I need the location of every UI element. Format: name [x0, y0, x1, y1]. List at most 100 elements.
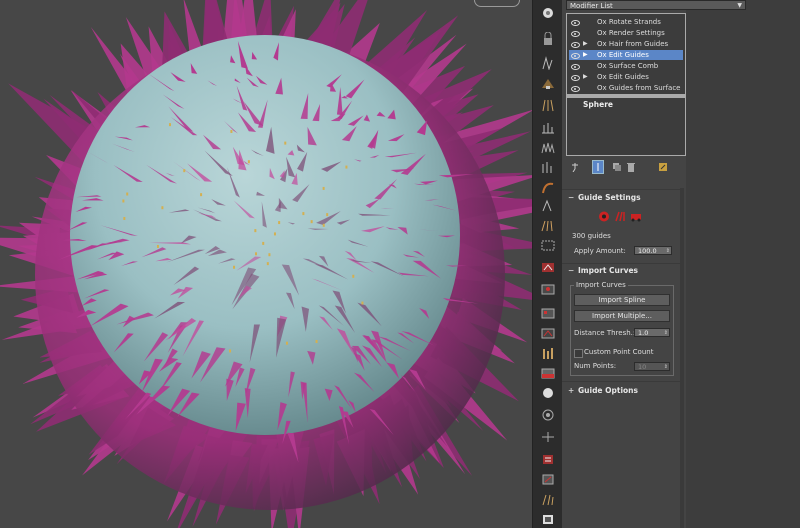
import-spline-button[interactable]: Import Spline [574, 294, 670, 306]
stack-item[interactable]: Ox Render Settings [569, 28, 683, 38]
render-icon[interactable] [539, 326, 557, 340]
expand-triangle-icon[interactable]: ▶ [583, 39, 588, 49]
gradient-icon[interactable] [539, 366, 557, 380]
distance-threshold-spinner[interactable]: 1.0 ⇕ [634, 328, 670, 337]
stack-item-label: Ox Rotate Strands [597, 18, 661, 26]
stack-item[interactable]: Ox Guides from Surface [569, 83, 683, 93]
make-unique-icon[interactable] [612, 162, 622, 172]
rollout-title: Guide Options [578, 386, 638, 395]
delete-icon[interactable] [626, 162, 636, 172]
eye-icon[interactable] [571, 31, 580, 37]
modifier-list-label: Modifier List [570, 2, 613, 10]
dynamics-icon[interactable] [539, 408, 557, 422]
brush-icon[interactable] [539, 76, 557, 90]
stack-item[interactable]: Ox Rotate Strands [569, 17, 683, 27]
stack-toolbar [566, 160, 686, 176]
spinner-arrows-icon[interactable]: ⇕ [664, 363, 668, 372]
mesh-icon[interactable] [539, 218, 557, 232]
eye-icon[interactable] [571, 20, 580, 26]
command-panel: Modifier List ▼ Ox Rotate Strands Ox Ren… [562, 0, 800, 528]
wind-icon[interactable] [539, 430, 557, 444]
spinner-arrows-icon[interactable]: ⇕ [664, 329, 668, 338]
expand-triangle-icon[interactable]: ▶ [583, 72, 588, 82]
rollout-divider [562, 381, 682, 382]
eye-icon[interactable] [571, 64, 580, 70]
eye-icon[interactable] [571, 53, 580, 59]
bend-icon[interactable] [539, 180, 557, 194]
modifier-list-dropdown[interactable]: Modifier List ▼ [566, 0, 746, 10]
frizz-icon[interactable] [539, 140, 557, 154]
bars-icon[interactable] [539, 346, 557, 360]
clump-icon[interactable] [539, 98, 557, 112]
guide-settings-rollout[interactable]: − Guide Settings [568, 193, 641, 202]
num-points-label: Num Points: [574, 362, 617, 370]
rollout-title: Guide Settings [578, 193, 641, 202]
sphere-icon[interactable] [539, 386, 557, 400]
minus-icon: − [568, 193, 575, 202]
select-icon[interactable] [539, 238, 557, 252]
modifier-stack: Ox Rotate Strands Ox Render Settings ▶ O… [566, 13, 686, 156]
distance-threshold-value: 1.0 [638, 329, 649, 337]
custom-point-count-label: Custom Point Count [584, 348, 654, 356]
cache-icon[interactable] [539, 452, 557, 466]
stack-item-label: Ox Guides from Surface [597, 84, 681, 92]
chevron-down-icon: ▼ [737, 2, 742, 9]
import-curves-group-title: Import Curves [574, 281, 628, 289]
guides-icon[interactable] [614, 211, 626, 222]
curl-icon[interactable] [539, 160, 557, 174]
stack-item[interactable]: ▶ Ox Edit Guides [569, 72, 683, 82]
show-end-result-icon[interactable] [592, 160, 604, 174]
guide-options-rollout[interactable]: + Guide Options [568, 386, 638, 395]
hair-tool-icon[interactable] [539, 56, 557, 71]
eye-icon[interactable] [571, 42, 580, 48]
base-object-label[interactable]: Sphere [583, 100, 613, 109]
custom-point-count-checkbox[interactable] [574, 349, 583, 358]
stack-item[interactable]: Ox Surface Comb [569, 61, 683, 71]
stack-item-label: Ox Surface Comb [597, 62, 659, 70]
stack-item-label: Ox Render Settings [597, 29, 665, 37]
import-multiple-button[interactable]: Import Multiple... [574, 310, 670, 322]
apply-amount-value: 100.0 [638, 247, 657, 255]
num-points-value: 10 [638, 363, 647, 371]
stack-item-label: Ox Edit Guides [597, 51, 649, 59]
eye-icon[interactable] [571, 75, 580, 81]
distance-threshold-label: Distance Thresh.: [574, 329, 636, 337]
lock-icon[interactable] [539, 31, 557, 46]
guide-count-text: 300 guides [572, 232, 611, 240]
panel-scrollbar[interactable] [680, 188, 684, 528]
configure-icon[interactable] [658, 162, 668, 172]
sun-icon[interactable] [539, 6, 557, 20]
viewport[interactable] [0, 0, 532, 528]
apply-amount-label: Apply Amount: [574, 247, 626, 255]
settings-icon[interactable] [539, 512, 557, 526]
import-curves-rollout[interactable]: − Import Curves [568, 266, 638, 275]
rollout-title: Import Curves [578, 266, 639, 275]
expand-triangle-icon[interactable]: ▶ [583, 50, 588, 60]
map-icon[interactable] [539, 282, 557, 296]
num-points-spinner[interactable]: 10 ⇕ [634, 362, 670, 371]
eye-icon[interactable] [571, 86, 580, 92]
texture-icon[interactable] [539, 306, 557, 320]
strands-icon[interactable] [539, 492, 557, 506]
hair-sphere-render [0, 0, 532, 528]
plus-icon: + [568, 386, 575, 395]
export-icon[interactable] [539, 472, 557, 486]
panel-right-area [686, 0, 800, 528]
car-icon[interactable] [630, 211, 642, 222]
stack-item-label: Ox Edit Guides [597, 73, 649, 81]
minus-icon: − [568, 266, 575, 275]
target-icon[interactable] [598, 211, 610, 222]
spinner-arrows-icon[interactable]: ⇕ [666, 247, 670, 256]
strand-icon[interactable] [539, 198, 557, 212]
stack-item-selected[interactable]: ▶ Ox Edit Guides [569, 50, 683, 60]
stack-divider [567, 94, 685, 98]
stack-item[interactable]: ▶ Ox Hair from Guides [569, 39, 683, 49]
vertical-toolbar [532, 0, 564, 528]
paint-icon[interactable] [539, 260, 557, 274]
length-icon[interactable] [539, 120, 557, 134]
pin-icon[interactable] [570, 162, 580, 172]
apply-amount-spinner[interactable]: 100.0 ⇕ [634, 246, 672, 255]
rollout-divider [562, 189, 682, 190]
stack-item-label: Ox Hair from Guides [597, 40, 669, 48]
rollout-divider [562, 263, 682, 264]
